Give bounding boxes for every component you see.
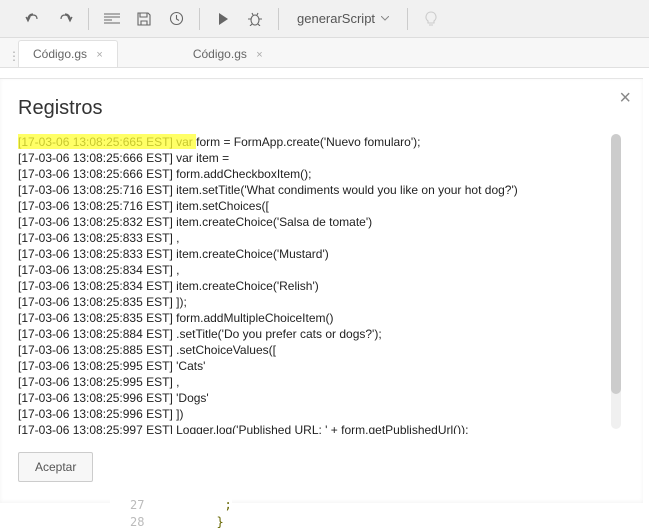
function-dropdown[interactable]: generarScript <box>287 5 399 33</box>
log-timestamp: [17-03-06 13:08:25:832 EST] <box>18 215 173 229</box>
dialog-title: Registros <box>18 97 635 120</box>
code-editor[interactable]: 27 28 ; } <box>110 487 232 531</box>
log-timestamp: [17-03-06 13:08:25:666 EST] <box>18 167 173 181</box>
log-timestamp: [17-03-06 13:08:25:995 EST] <box>18 359 173 373</box>
code-lines: ; } <box>156 497 231 531</box>
log-message: form.addCheckboxItem(); <box>173 167 312 181</box>
log-timestamp: [17-03-06 13:08:25:833 EST] <box>18 247 173 261</box>
log-line: [17-03-06 13:08:25:666 EST] var item = <box>18 150 635 166</box>
log-line: [17-03-06 13:08:25:716 EST] item.setTitl… <box>18 182 635 198</box>
line-gutter: 27 28 <box>130 497 156 531</box>
accept-button[interactable]: Aceptar <box>18 452 93 482</box>
run-button[interactable] <box>208 5 238 33</box>
log-timestamp: [17-03-06 13:08:25:995 EST] <box>18 375 173 389</box>
close-tab-icon[interactable]: × <box>256 49 262 61</box>
redo-button[interactable] <box>50 5 80 33</box>
log-message: item.setChoices([ <box>173 199 269 213</box>
log-message: item.createChoice('Relish') <box>173 279 319 293</box>
log-timestamp: [17-03-06 13:08:25:835 EST] <box>18 295 173 309</box>
log-lines: [17-03-06 13:08:25:665 EST] var form = F… <box>18 134 635 434</box>
log-line: [17-03-06 13:08:25:835 EST] form.addMult… <box>18 310 635 326</box>
log-timestamp: [17-03-06 13:08:25:885 EST] <box>18 343 173 357</box>
log-timestamp: [17-03-06 13:08:25:834 EST] <box>18 263 173 277</box>
log-message: ]); <box>173 295 187 309</box>
log-timestamp: [17-03-06 13:08:25:665 EST] <box>18 135 173 149</box>
log-message: 'Dogs' <box>173 391 209 405</box>
close-dialog-button[interactable]: × <box>619 87 631 110</box>
tabstrip: ⋮ Código.gs × Código.gs × <box>0 38 649 68</box>
log-line: [17-03-06 13:08:25:995 EST] 'Cats' <box>18 358 635 374</box>
log-line: [17-03-06 13:08:25:835 EST] ]); <box>18 294 635 310</box>
tab-handle[interactable]: ⋮ <box>8 49 18 67</box>
log-message: , <box>173 231 180 245</box>
log-line: [17-03-06 13:08:25:997 EST] Logger.log('… <box>18 422 635 434</box>
log-timestamp: [17-03-06 13:08:25:666 EST] <box>18 151 173 165</box>
log-line: [17-03-06 13:08:25:885 EST] .setChoiceVa… <box>18 342 635 358</box>
log-timestamp: [17-03-06 13:08:25:997 EST] <box>18 423 173 434</box>
log-line: [17-03-06 13:08:25:666 EST] form.addChec… <box>18 166 635 182</box>
log-message: .setChoiceValues([ <box>173 343 276 357</box>
line-number: 28 <box>130 514 144 531</box>
log-pane: [17-03-06 13:08:25:665 EST] var form = F… <box>18 134 635 434</box>
log-timestamp: [17-03-06 13:08:25:884 EST] <box>18 327 173 341</box>
tab-label: Código.gs <box>193 47 247 61</box>
separator <box>407 8 408 30</box>
scrollbar[interactable] <box>611 134 621 429</box>
log-timestamp: [17-03-06 13:08:25:996 EST] <box>18 391 173 405</box>
code-text: } <box>216 515 223 529</box>
log-message: form.addMultipleChoiceItem() <box>173 311 334 325</box>
save-button[interactable] <box>129 5 159 33</box>
log-message: var item = <box>173 151 229 165</box>
log-timestamp: [17-03-06 13:08:25:835 EST] <box>18 311 173 325</box>
lightbulb-button[interactable] <box>416 5 446 33</box>
log-message: var form = FormApp.create('Nuevo fomular… <box>173 135 421 149</box>
dialog-actions: Aceptar <box>18 452 635 482</box>
log-line: [17-03-06 13:08:25:995 EST] , <box>18 374 635 390</box>
log-line: [17-03-06 13:08:25:834 EST] , <box>18 262 635 278</box>
log-message: item.setTitle('What condiments would you… <box>173 183 518 197</box>
log-message: , <box>173 375 180 389</box>
indent-button[interactable] <box>97 5 127 33</box>
tab-label: Código.gs <box>33 47 87 61</box>
separator <box>199 8 200 30</box>
log-line: [17-03-06 13:08:25:996 EST] 'Dogs' <box>18 390 635 406</box>
log-timestamp: [17-03-06 13:08:25:716 EST] <box>18 183 173 197</box>
log-message: ]) <box>173 407 184 421</box>
log-message: 'Cats' <box>173 359 206 373</box>
clock-button[interactable] <box>161 5 191 33</box>
log-message: item.createChoice('Mustard') <box>173 247 329 261</box>
logs-dialog: × Registros [17-03-06 13:08:25:665 EST] … <box>0 78 643 503</box>
log-message: , <box>173 263 180 277</box>
separator <box>88 8 89 30</box>
log-line: [17-03-06 13:08:25:833 EST] , <box>18 230 635 246</box>
debug-button[interactable] <box>240 5 270 33</box>
log-timestamp: [17-03-06 13:08:25:834 EST] <box>18 279 173 293</box>
log-line: [17-03-06 13:08:25:996 EST] ]) <box>18 406 635 422</box>
tab-codigo-2[interactable]: Código.gs × <box>178 40 278 67</box>
undo-button[interactable] <box>18 5 48 33</box>
scrollbar-thumb[interactable] <box>611 134 621 394</box>
log-timestamp: [17-03-06 13:08:25:833 EST] <box>18 231 173 245</box>
line-number: 27 <box>130 497 144 514</box>
toolbar: generarScript <box>0 0 649 38</box>
log-timestamp: [17-03-06 13:08:25:996 EST] <box>18 407 173 421</box>
log-line: [17-03-06 13:08:25:716 EST] item.setChoi… <box>18 198 635 214</box>
log-timestamp: [17-03-06 13:08:25:716 EST] <box>18 199 173 213</box>
close-tab-icon[interactable]: × <box>96 49 102 61</box>
function-name: generarScript <box>297 11 375 26</box>
code-text: ; <box>224 498 231 512</box>
log-message: Logger.log('Published URL: ' + form.getP… <box>173 423 469 434</box>
log-line: [17-03-06 13:08:25:665 EST] var form = F… <box>18 134 635 150</box>
log-line: [17-03-06 13:08:25:884 EST] .setTitle('D… <box>18 326 635 342</box>
chevron-down-icon <box>381 16 389 21</box>
log-line: [17-03-06 13:08:25:832 EST] item.createC… <box>18 214 635 230</box>
log-message: .setTitle('Do you prefer cats or dogs?')… <box>173 327 382 341</box>
log-line: [17-03-06 13:08:25:834 EST] item.createC… <box>18 278 635 294</box>
log-message: item.createChoice('Salsa de tomate') <box>173 215 372 229</box>
separator <box>278 8 279 30</box>
log-line: [17-03-06 13:08:25:833 EST] item.createC… <box>18 246 635 262</box>
tab-codigo-1[interactable]: Código.gs × <box>18 40 118 67</box>
